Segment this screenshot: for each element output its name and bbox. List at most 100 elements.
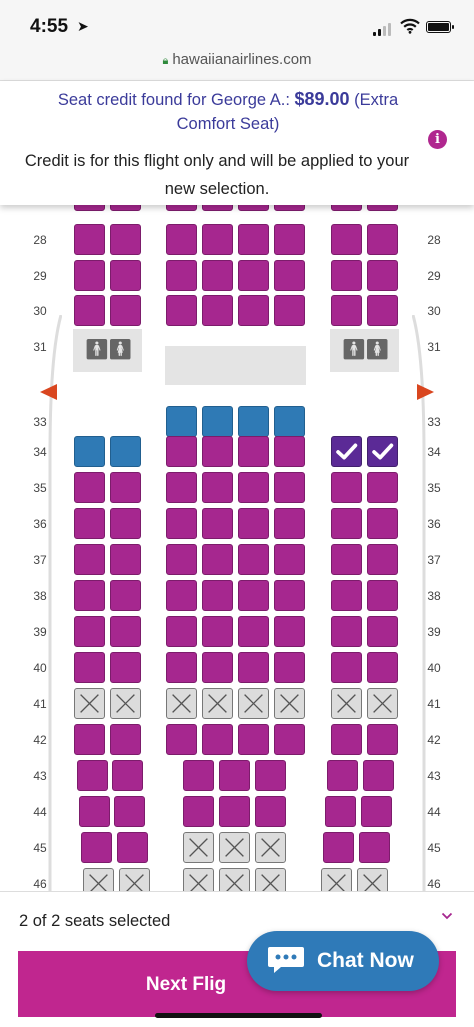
- available-seat[interactable]: [274, 616, 305, 647]
- available-seat[interactable]: [331, 224, 362, 255]
- available-seat[interactable]: [331, 295, 362, 326]
- available-seat[interactable]: [219, 760, 250, 791]
- available-seat[interactable]: [74, 544, 105, 575]
- available-seat[interactable]: [238, 544, 269, 575]
- available-seat[interactable]: [367, 544, 398, 575]
- available-seat[interactable]: [74, 652, 105, 683]
- available-seat[interactable]: [202, 724, 233, 755]
- extra-comfort-seat[interactable]: [110, 436, 141, 467]
- available-seat[interactable]: [238, 260, 269, 291]
- available-seat[interactable]: [110, 724, 141, 755]
- available-seat[interactable]: [367, 616, 398, 647]
- extra-comfort-seat[interactable]: [202, 406, 233, 437]
- available-seat[interactable]: [331, 205, 362, 211]
- available-seat[interactable]: [110, 544, 141, 575]
- available-seat[interactable]: [327, 760, 358, 791]
- available-seat[interactable]: [274, 472, 305, 503]
- available-seat[interactable]: [110, 508, 141, 539]
- available-seat[interactable]: [255, 760, 286, 791]
- available-seat[interactable]: [110, 205, 141, 211]
- available-seat[interactable]: [183, 760, 214, 791]
- available-seat[interactable]: [331, 472, 362, 503]
- available-seat[interactable]: [274, 580, 305, 611]
- available-seat[interactable]: [112, 760, 143, 791]
- available-seat[interactable]: [367, 724, 398, 755]
- available-seat[interactable]: [166, 652, 197, 683]
- available-seat[interactable]: [361, 796, 392, 827]
- available-seat[interactable]: [74, 260, 105, 291]
- available-seat[interactable]: [166, 205, 197, 211]
- selected-seat[interactable]: [331, 436, 362, 467]
- available-seat[interactable]: [274, 544, 305, 575]
- available-seat[interactable]: [202, 580, 233, 611]
- available-seat[interactable]: [202, 616, 233, 647]
- available-seat[interactable]: [274, 436, 305, 467]
- available-seat[interactable]: [202, 205, 233, 211]
- available-seat[interactable]: [238, 224, 269, 255]
- available-seat[interactable]: [166, 295, 197, 326]
- available-seat[interactable]: [238, 616, 269, 647]
- info-icon[interactable]: i: [428, 130, 447, 149]
- available-seat[interactable]: [110, 260, 141, 291]
- available-seat[interactable]: [367, 224, 398, 255]
- available-seat[interactable]: [274, 724, 305, 755]
- available-seat[interactable]: [166, 724, 197, 755]
- available-seat[interactable]: [274, 652, 305, 683]
- available-seat[interactable]: [74, 580, 105, 611]
- available-seat[interactable]: [110, 616, 141, 647]
- available-seat[interactable]: [238, 436, 269, 467]
- available-seat[interactable]: [202, 652, 233, 683]
- available-seat[interactable]: [359, 832, 390, 863]
- available-seat[interactable]: [367, 295, 398, 326]
- available-seat[interactable]: [331, 508, 362, 539]
- available-seat[interactable]: [238, 472, 269, 503]
- available-seat[interactable]: [219, 796, 250, 827]
- available-seat[interactable]: [166, 508, 197, 539]
- available-seat[interactable]: [255, 796, 286, 827]
- available-seat[interactable]: [166, 580, 197, 611]
- available-seat[interactable]: [367, 652, 398, 683]
- available-seat[interactable]: [331, 260, 362, 291]
- available-seat[interactable]: [81, 832, 112, 863]
- available-seat[interactable]: [238, 295, 269, 326]
- available-seat[interactable]: [331, 580, 362, 611]
- available-seat[interactable]: [238, 580, 269, 611]
- available-seat[interactable]: [331, 616, 362, 647]
- available-seat[interactable]: [110, 652, 141, 683]
- available-seat[interactable]: [166, 436, 197, 467]
- available-seat[interactable]: [110, 295, 141, 326]
- available-seat[interactable]: [74, 616, 105, 647]
- available-seat[interactable]: [274, 295, 305, 326]
- available-seat[interactable]: [367, 508, 398, 539]
- available-seat[interactable]: [367, 472, 398, 503]
- available-seat[interactable]: [367, 205, 398, 211]
- available-seat[interactable]: [202, 260, 233, 291]
- chevron-down-icon[interactable]: [441, 910, 453, 922]
- available-seat[interactable]: [183, 796, 214, 827]
- available-seat[interactable]: [77, 760, 108, 791]
- available-seat[interactable]: [331, 544, 362, 575]
- available-seat[interactable]: [202, 295, 233, 326]
- available-seat[interactable]: [74, 724, 105, 755]
- available-seat[interactable]: [367, 260, 398, 291]
- available-seat[interactable]: [79, 796, 110, 827]
- extra-comfort-seat[interactable]: [166, 406, 197, 437]
- available-seat[interactable]: [363, 760, 394, 791]
- available-seat[interactable]: [74, 472, 105, 503]
- chat-now-button[interactable]: Chat Now: [247, 931, 439, 991]
- available-seat[interactable]: [323, 832, 354, 863]
- extra-comfort-seat[interactable]: [238, 406, 269, 437]
- available-seat[interactable]: [202, 436, 233, 467]
- available-seat[interactable]: [166, 472, 197, 503]
- available-seat[interactable]: [166, 616, 197, 647]
- available-seat[interactable]: [202, 472, 233, 503]
- available-seat[interactable]: [74, 205, 105, 211]
- available-seat[interactable]: [274, 205, 305, 211]
- available-seat[interactable]: [331, 652, 362, 683]
- available-seat[interactable]: [114, 796, 145, 827]
- available-seat[interactable]: [274, 260, 305, 291]
- available-seat[interactable]: [166, 544, 197, 575]
- available-seat[interactable]: [202, 508, 233, 539]
- available-seat[interactable]: [110, 224, 141, 255]
- available-seat[interactable]: [238, 508, 269, 539]
